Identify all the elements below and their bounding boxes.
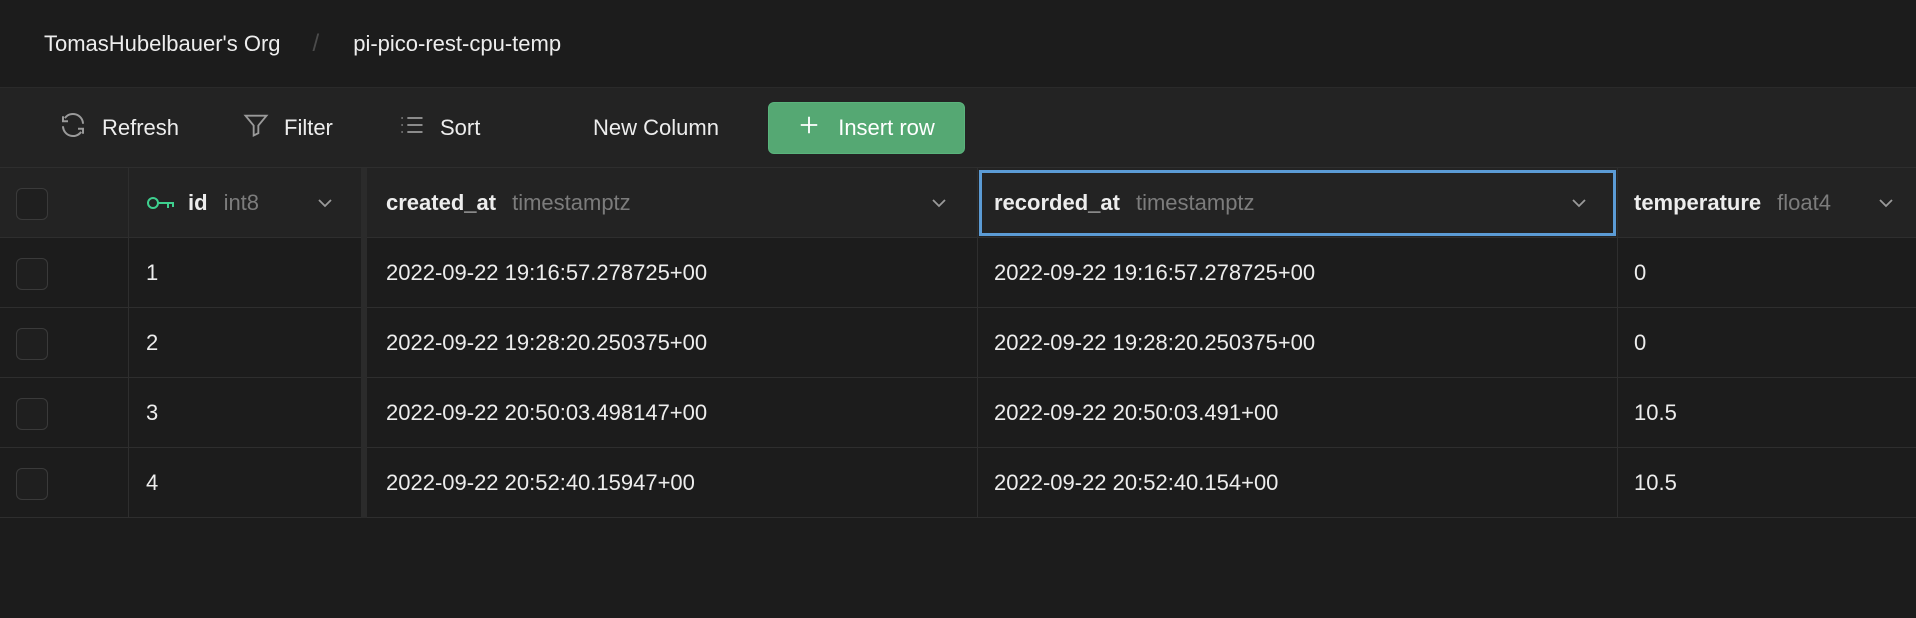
column-header-temperature[interactable]: temperature float4 — [1634, 168, 1831, 237]
plus-icon — [798, 114, 820, 142]
cell-temperature[interactable]: 10.5 — [1634, 378, 1677, 447]
column-name: id — [188, 189, 208, 215]
cell-id[interactable]: 4 — [146, 448, 158, 517]
table-row[interactable]: 4 2022-09-22 20:52:40.15947+00 2022-09-2… — [0, 448, 1916, 518]
cell-created-at[interactable]: 2022-09-22 20:50:03.498147+00 — [386, 378, 707, 447]
column-header-id[interactable]: id int8 — [146, 168, 259, 237]
select-all-checkbox[interactable] — [16, 188, 48, 220]
sort-button[interactable]: Sort — [398, 102, 480, 154]
cell-id[interactable]: 1 — [146, 238, 158, 307]
cell-temperature[interactable]: 10.5 — [1634, 448, 1677, 517]
sort-icon — [398, 111, 426, 145]
header-row: id int8 created_at timestamptz recorded_… — [0, 168, 1916, 238]
breadcrumb-separator: / — [312, 29, 320, 57]
row-checkbox[interactable] — [16, 398, 48, 430]
row-checkbox[interactable] — [16, 468, 48, 500]
column-type: int8 — [223, 189, 260, 215]
column-type: timestamptz — [512, 189, 631, 215]
table-row[interactable]: 1 2022-09-22 19:16:57.278725+00 2022-09-… — [0, 238, 1916, 308]
column-header-recorded-at[interactable]: recorded_at timestamptz — [994, 168, 1255, 237]
chevron-down-icon[interactable] — [1877, 194, 1895, 217]
cell-recorded-at[interactable]: 2022-09-22 19:28:20.250375+00 — [994, 308, 1315, 377]
table-toolbar: Refresh Filter Sort New Column Insert ro… — [0, 88, 1916, 168]
insert-row-label: Insert row — [838, 115, 935, 140]
row-checkbox[interactable] — [16, 258, 48, 290]
table-row[interactable]: 3 2022-09-22 20:50:03.498147+00 2022-09-… — [0, 378, 1916, 448]
cell-created-at[interactable]: 2022-09-22 19:16:57.278725+00 — [386, 238, 707, 307]
chevron-down-icon[interactable] — [1570, 194, 1588, 217]
cell-recorded-at[interactable]: 2022-09-22 20:52:40.154+00 — [994, 448, 1278, 517]
column-name: recorded_at — [994, 189, 1120, 215]
cell-temperature[interactable]: 0 — [1634, 308, 1646, 377]
column-name: temperature — [1634, 189, 1762, 215]
cell-recorded-at[interactable]: 2022-09-22 20:50:03.491+00 — [994, 378, 1278, 447]
cell-temperature[interactable]: 0 — [1634, 238, 1646, 307]
cell-recorded-at[interactable]: 2022-09-22 19:16:57.278725+00 — [994, 238, 1315, 307]
column-type: float4 — [1777, 189, 1831, 215]
cell-id[interactable]: 3 — [146, 378, 158, 447]
insert-row-button[interactable]: Insert row — [768, 102, 965, 154]
new-column-label: New Column — [593, 115, 719, 140]
refresh-icon — [58, 110, 88, 146]
column-name: created_at — [386, 189, 497, 215]
data-grid: id int8 created_at timestamptz recorded_… — [0, 168, 1916, 520]
cell-id[interactable]: 2 — [146, 308, 158, 377]
cell-created-at[interactable]: 2022-09-22 20:52:40.15947+00 — [386, 448, 695, 517]
table-row[interactable]: 2 2022-09-22 19:28:20.250375+00 2022-09-… — [0, 308, 1916, 378]
new-column-button[interactable]: New Column — [593, 102, 719, 154]
row-checkbox[interactable] — [16, 328, 48, 360]
filter-icon — [242, 111, 270, 145]
column-header-created-at[interactable]: created_at timestamptz — [386, 168, 631, 237]
filter-label: Filter — [284, 115, 333, 140]
breadcrumb-org[interactable]: TomasHubelbauer's Org — [44, 31, 281, 57]
key-icon — [146, 194, 176, 212]
chevron-down-icon[interactable] — [316, 194, 334, 217]
refresh-button[interactable]: Refresh — [58, 102, 179, 154]
breadcrumb-project[interactable]: pi-pico-rest-cpu-temp — [353, 31, 561, 57]
refresh-label: Refresh — [102, 115, 180, 140]
sort-label: Sort — [440, 115, 481, 140]
cell-created-at[interactable]: 2022-09-22 19:28:20.250375+00 — [386, 308, 707, 377]
filter-button[interactable]: Filter — [242, 102, 333, 154]
column-type: timestamptz — [1135, 189, 1255, 215]
chevron-down-icon[interactable] — [930, 194, 948, 217]
breadcrumb: TomasHubelbauer's Org / pi-pico-rest-cpu… — [0, 0, 1916, 88]
